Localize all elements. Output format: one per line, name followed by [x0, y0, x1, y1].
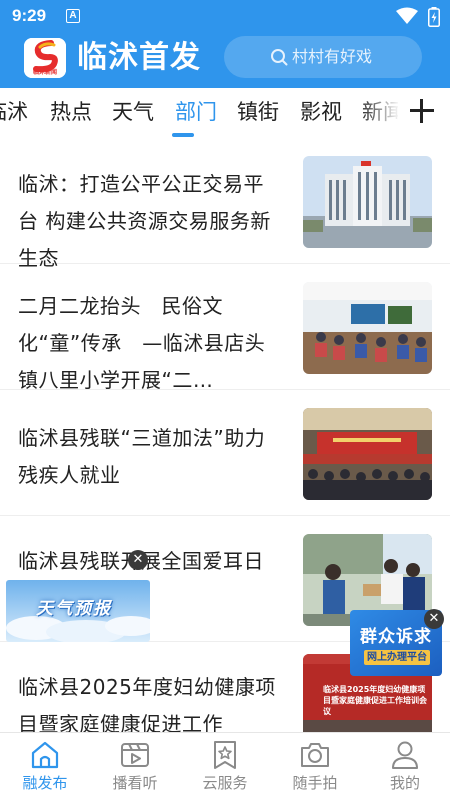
- app-title: 临沭首发: [77, 40, 201, 75]
- wifi-icon: [396, 7, 418, 24]
- status-bar: 9:29 A: [0, 0, 450, 32]
- weather-forecast-banner[interactable]: 天气预报: [6, 580, 150, 642]
- video-icon: [121, 743, 149, 767]
- tab-item[interactable]: 天气: [112, 98, 154, 126]
- category-tabs: 临沭 热点 天气 部门 镇街 影视 新闻: [0, 88, 450, 140]
- tab-item[interactable]: 临沭: [0, 98, 28, 126]
- news-item[interactable]: 临沭县残联“三道加法”助力残疾人就业: [0, 394, 450, 516]
- news-title: 临沭县残联“三道加法”助力残疾人就业: [18, 426, 266, 487]
- tabs-fade: [360, 88, 400, 140]
- nav-mine[interactable]: 我的: [360, 733, 450, 800]
- home-icon: [31, 741, 59, 769]
- logo-caption: 临沭新闻: [32, 69, 57, 76]
- nav-label: 播看听: [112, 774, 158, 792]
- nav-label: 随手拍: [292, 774, 338, 792]
- bottom-navigation: 融发布 播看听 云服务 随手拍 我的: [0, 732, 450, 800]
- government-building-image: [303, 156, 432, 248]
- active-tab-indicator: [172, 133, 194, 137]
- status-time: 9:29: [12, 6, 47, 25]
- nav-watch-listen[interactable]: 播看听: [90, 733, 180, 800]
- close-weather-banner-icon[interactable]: ✕: [128, 550, 148, 570]
- notification-icon: A: [66, 9, 80, 23]
- close-appeal-banner-icon[interactable]: ✕: [424, 609, 444, 629]
- nav-cloud-service[interactable]: 云服务: [180, 733, 270, 800]
- weather-forecast-label: 天气预报: [36, 599, 112, 619]
- app-logo: 临沭新闻: [24, 38, 66, 78]
- nav-snapshot[interactable]: 随手拍: [270, 733, 360, 800]
- news-thumbnail: [303, 282, 432, 374]
- tab-item[interactable]: 镇街: [237, 98, 279, 126]
- nav-publish[interactable]: 融发布: [0, 733, 90, 800]
- battery-icon: [428, 7, 440, 27]
- tab-strip: 临沭 热点 天气 部门 镇街 影视 新闻: [0, 88, 398, 140]
- conference-hall-image: [303, 408, 432, 500]
- nav-label: 我的: [389, 774, 420, 792]
- public-appeal-subtitle: 网上办理平台: [364, 650, 430, 665]
- training-meeting-caption: 临沭县2025年度妇幼健康项目暨家庭健康促进工作培训会议: [323, 685, 427, 716]
- search-icon: [271, 49, 288, 66]
- bookmark-star-icon: [214, 741, 236, 769]
- tab-item-active[interactable]: 部门: [175, 98, 217, 126]
- tab-item[interactable]: 影视: [300, 98, 342, 126]
- add-tab-icon[interactable]: [410, 99, 434, 123]
- user-icon: [392, 741, 418, 769]
- news-title: 二月二龙抬头 民俗文化“童”传承 —临沭县店头镇八里小学开展“二…: [18, 294, 266, 392]
- news-item[interactable]: 临沭：打造公平公正交易平台 构建公共资源交易服务新生态: [0, 142, 450, 270]
- news-title: 临沭：打造公平公正交易平台 构建公共资源交易服务新生态: [18, 172, 271, 270]
- news-thumbnail: [303, 408, 432, 500]
- app-screen: 9:29 A 临沭新闻 临沭首发 村村有好戏 沭 热点 天气 部门 镇街 影视 …: [0, 0, 450, 800]
- search-box[interactable]: 村村有好戏: [224, 36, 422, 78]
- search-placeholder: 村村有好戏: [292, 47, 373, 66]
- news-title: 临沭县2025年度妇幼健康项目暨家庭健康促进工作: [18, 675, 276, 732]
- nav-label: 融发布: [22, 774, 68, 792]
- nav-label: 云服务: [202, 774, 248, 792]
- camera-icon: [301, 743, 329, 767]
- news-thumbnail: [303, 156, 432, 248]
- tab-item[interactable]: 热点: [50, 98, 92, 126]
- classroom-image: [303, 282, 432, 374]
- news-item[interactable]: 二月二龙抬头 民俗文化“童”传承 —临沭县店头镇八里小学开展“二…: [0, 268, 450, 392]
- app-header: 9:29 A 临沭新闻 临沭首发 村村有好戏: [0, 0, 450, 88]
